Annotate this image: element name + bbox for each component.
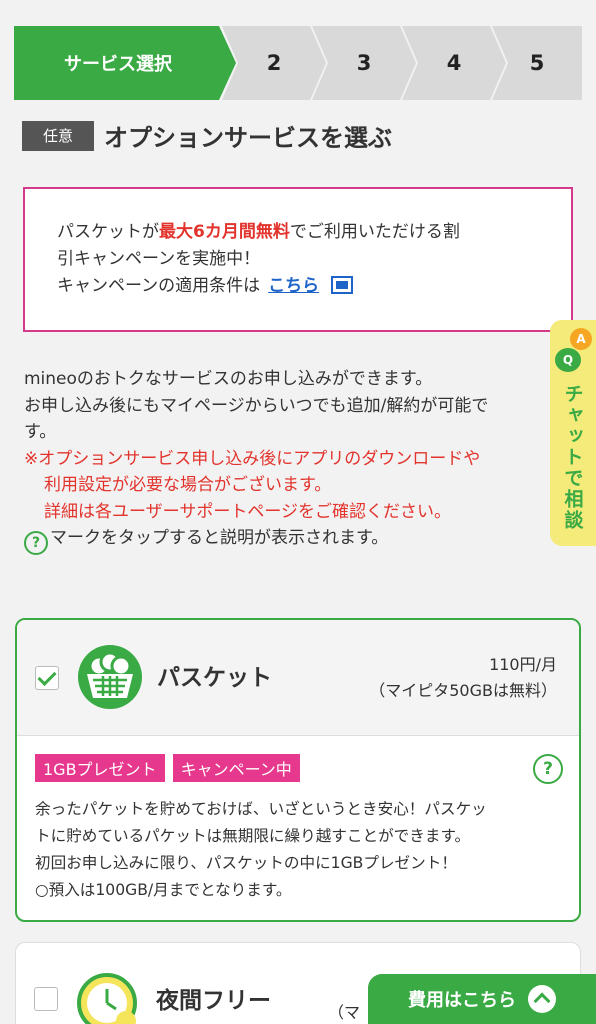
step-1-service-select: サービス選択 [14, 26, 236, 100]
night-free-checkbox[interactable] [34, 987, 58, 1011]
external-window-icon[interactable] [331, 276, 354, 294]
step-4: 4 [402, 26, 506, 100]
campaign-highlight: 最大6カ月間無料 [159, 222, 290, 242]
help-icon[interactable]: ? [533, 754, 563, 784]
badge-campaign: キャンペーン中 [172, 754, 300, 782]
badge-1gb-present: 1GBプレゼント [35, 754, 165, 782]
campaign-line-3: キャンペーンの適用条件は こちら [57, 273, 539, 300]
option-name: 夜間フリー [156, 988, 271, 1014]
help-circle-icon: ? [24, 531, 48, 556]
chat-consult-tab[interactable]: A Q チャットで相談 [550, 320, 596, 546]
optional-tag: 任意 [22, 120, 94, 151]
option-name: パスケット [157, 665, 272, 691]
warning-line-3: 詳細は各ユーザーサポートページをご確認ください。 [44, 501, 451, 522]
campaign-conditions-link[interactable]: こちら [268, 276, 319, 296]
campaign-line-1: パスケットが最大6カ月間無料でご利用いただける割 [57, 222, 460, 242]
basket-icon [78, 645, 142, 709]
chevron-up-icon [528, 985, 556, 1013]
cost-summary-button[interactable]: 費用はこちら [368, 974, 596, 1024]
cost-label: 費用はこちら [408, 990, 516, 1011]
warning-line-1: ※オプションサービス申し込み後にアプリのダウンロードや [24, 448, 481, 469]
service-description: mineoのおトクなサービスのお申し込みができます。 お申し込み後にもマイページ… [24, 366, 564, 556]
option-price: 110円/月 （マイピタ50GBは無料） [369, 655, 557, 700]
clock-icon [77, 973, 137, 1024]
campaign-notice: パスケットが最大6カ月間無料でご利用いただける割 引キャンペーンを実施中！ キャ… [23, 187, 573, 332]
chat-label: チャットで相談 [561, 384, 584, 531]
option-badges: 1GBプレゼント キャンペーン中 [35, 754, 300, 782]
pasket-checkbox[interactable] [35, 666, 59, 690]
qa-bubbles-icon: A Q [553, 328, 593, 378]
option-description: 余ったパケットを貯めておけば、いざというとき安心！パスケッ トに貯めているパケッ… [35, 800, 487, 899]
step-2: 2 [222, 26, 326, 100]
step-progress-bar: サービス選択 2 3 4 5 [14, 26, 582, 100]
option-card-pasket[interactable]: パスケット 110円/月 （マイピタ50GBは無料） 1GBプレゼント キャンペ… [15, 618, 581, 922]
section-heading: 任意 オプションサービスを選ぶ [22, 118, 392, 153]
warning-line-2: 利用設定が必要な場合がございます。 [44, 475, 332, 495]
option-card-header[interactable]: パスケット 110円/月 （マイピタ50GBは無料） [17, 620, 579, 736]
campaign-line-2: 引キャンペーンを実施中！ [57, 249, 261, 269]
help-note: ? マークをタップすると説明が表示されます。 [24, 525, 564, 556]
step-3: 3 [312, 26, 416, 100]
option-price-partial: （マ [327, 1003, 360, 1022]
page-title: オプションサービスを選ぶ [104, 124, 392, 152]
